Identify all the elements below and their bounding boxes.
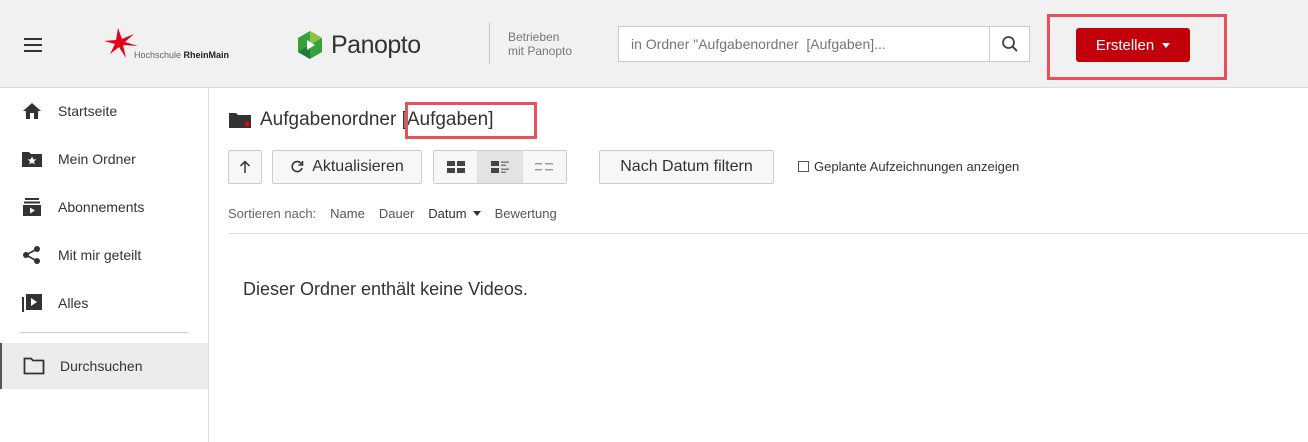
detail-view-icon [490, 161, 509, 173]
create-button-label: Erstellen [1095, 36, 1155, 54]
sort-option-rating[interactable]: Bewertung [495, 206, 557, 221]
sort-option-duration[interactable]: Dauer [379, 206, 414, 221]
folder-outline-icon [22, 354, 46, 378]
sidebar: Startseite Mein Ordner Abonnements Mit m… [0, 88, 209, 442]
sort-bar: Sortieren nach: Name Dauer Datum Bewertu… [228, 206, 571, 221]
panopto-brand-text: Panopto [331, 30, 421, 59]
subscriptions-icon [20, 195, 44, 219]
sidebar-item-label: Abonnements [58, 199, 145, 215]
list-view-button[interactable] [522, 151, 566, 183]
institution-logo[interactable]: Hochschule RheinMain [104, 28, 274, 64]
search-input[interactable] [619, 27, 989, 61]
refresh-button[interactable]: Aktualisieren [272, 150, 422, 184]
hamburger-menu-icon[interactable] [24, 38, 42, 52]
refresh-icon [291, 160, 304, 173]
grid-view-button[interactable] [434, 151, 479, 183]
empty-folder-message: Dieser Ordner enthält keine Videos. [243, 279, 528, 299]
date-filter-label: Nach Datum filtern [620, 158, 753, 175]
share-icon [20, 243, 44, 267]
sidebar-item-browse[interactable]: Durchsuchen [0, 343, 208, 389]
scheduled-recordings-label[interactable]: Geplante Aufzeichnungen anzeigen [814, 159, 1019, 174]
content-divider [228, 233, 1308, 234]
search-icon [1001, 36, 1018, 52]
grid-view-icon [446, 161, 465, 173]
sidebar-item-label: Durchsuchen [60, 358, 143, 374]
refresh-label: Aktualisieren [312, 158, 404, 175]
sidebar-item-subscriptions[interactable]: Abonnements [0, 184, 208, 230]
sort-option-date[interactable]: Datum [428, 206, 481, 221]
date-filter-button[interactable]: Nach Datum filtern [599, 150, 774, 184]
sort-option-date-label: Datum [428, 206, 467, 221]
sidebar-item-label: Alles [58, 295, 89, 311]
scheduled-recordings-checkbox[interactable] [798, 161, 809, 172]
top-header: Hochschule RheinMain Panopto Betrieben m… [0, 0, 1308, 88]
arrow-up-icon [239, 160, 251, 173]
video-library-icon [20, 291, 44, 315]
detail-view-button[interactable] [478, 151, 523, 183]
chevron-down-icon [1162, 42, 1171, 48]
sort-option-name[interactable]: Name [330, 206, 365, 221]
panopto-logo-icon [298, 31, 322, 59]
sidebar-item-home[interactable]: Startseite [0, 88, 208, 134]
home-icon [20, 99, 44, 123]
list-view-icon [535, 163, 554, 171]
institution-name: Hochschule RheinMain [134, 50, 230, 60]
panopto-logo[interactable]: Panopto [295, 28, 421, 62]
star-folder-icon [20, 147, 44, 171]
title-highlight-box [405, 102, 537, 139]
sort-descending-icon [472, 211, 481, 216]
up-folder-button[interactable] [228, 150, 262, 184]
sidebar-item-my-folder[interactable]: Mein Ordner [0, 136, 208, 182]
sidebar-item-label: Startseite [58, 103, 118, 119]
powered-by-text: Betrieben mit Panopto [508, 30, 573, 58]
view-toggle-group [433, 150, 567, 184]
sidebar-item-shared[interactable]: Mit mir geteilt [0, 232, 208, 278]
sidebar-item-label: Mein Ordner [58, 151, 136, 167]
header-divider [489, 22, 490, 64]
scheduled-recordings-toggle: Geplante Aufzeichnungen anzeigen [798, 159, 1019, 174]
sort-label: Sortieren nach: [228, 206, 317, 221]
sidebar-item-label: Mit mir geteilt [58, 247, 142, 263]
search-button[interactable] [989, 27, 1029, 61]
search-box [618, 26, 1030, 62]
folder-icon [229, 113, 251, 128]
sidebar-item-all[interactable]: Alles [0, 280, 208, 326]
create-button[interactable]: Erstellen [1076, 28, 1190, 62]
sidebar-divider [20, 332, 188, 333]
